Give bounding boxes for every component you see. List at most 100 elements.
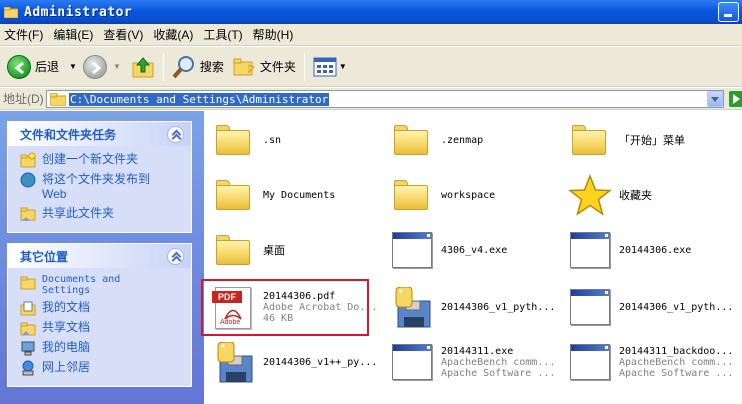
file-name: 收藏夹 xyxy=(619,190,652,202)
menu-tools[interactable]: 工具(T) xyxy=(199,26,248,43)
place-my-documents[interactable]: 我的文档 xyxy=(20,300,191,316)
file-company: Apache Software ... xyxy=(441,367,556,379)
file-company: Apache Software ... xyxy=(619,367,734,379)
address-label: 地址(D) xyxy=(3,92,44,106)
address-bar: 地址(D) C:\Documents and Settings\Administ… xyxy=(0,88,742,110)
up-folder-icon xyxy=(132,56,154,77)
place-my-documents-label: 我的文档 xyxy=(42,300,91,314)
file-tasks-panel: 文件和文件夹任务 创建一个新文件夹 将这个文件夹发布到 Web 共享此文件夹 xyxy=(7,121,192,233)
place-network[interactable]: 网上邻居 xyxy=(20,360,191,376)
share-folder-icon xyxy=(20,206,36,222)
file-item[interactable]: 20144306.exe xyxy=(566,225,691,275)
file-name: 20144306_v1_pyth... xyxy=(619,301,734,313)
folder-icon xyxy=(210,172,256,218)
minimize-button[interactable] xyxy=(718,2,739,22)
file-item[interactable]: 4306_v4.exe xyxy=(388,225,507,275)
file-name: 桌面 xyxy=(263,245,285,257)
task-new-folder-label: 创建一个新文件夹 xyxy=(42,152,139,166)
title-bar: Administrator xyxy=(0,0,742,24)
menu-help[interactable]: 帮助(H) xyxy=(249,26,300,43)
file-item[interactable]: 桌面 xyxy=(210,225,285,275)
file-list: .sn .zenmap 「开始」菜单 My Documents workspac… xyxy=(204,111,742,404)
task-publish-web[interactable]: 将这个文件夹发布到 Web xyxy=(20,172,191,202)
forward-dropdown-icon[interactable]: ▼ xyxy=(113,62,121,71)
toolbar: 后退 ▼ ▼ 搜索 文件夹 ▼ xyxy=(0,47,742,87)
task-share-folder-label: 共享此文件夹 xyxy=(42,206,115,220)
collapse-icon[interactable] xyxy=(167,126,184,143)
place-my-computer[interactable]: 我的电脑 xyxy=(20,340,191,356)
file-item[interactable]: 20144306_v1_pyth... xyxy=(566,282,733,332)
file-description: ApacheBench comm... xyxy=(441,356,556,368)
other-places-title: 其它位置 xyxy=(20,249,69,264)
exe-window-icon xyxy=(566,227,612,273)
python-file-icon xyxy=(388,284,434,330)
exe-window-icon xyxy=(388,339,434,385)
file-tasks-header[interactable]: 文件和文件夹任务 xyxy=(8,122,191,146)
menu-view[interactable]: 查看(V) xyxy=(99,26,149,43)
task-share-folder[interactable]: 共享此文件夹 xyxy=(20,206,191,222)
menu-bar: 文件(F) 编辑(E) 查看(V) 收藏(A) 工具(T) 帮助(H) xyxy=(0,24,742,46)
folders-button[interactable]: 文件夹 xyxy=(228,50,300,84)
file-item[interactable]: 20144306_v1++_py... xyxy=(210,337,377,387)
folder-icon xyxy=(3,6,19,18)
folder-icon xyxy=(210,117,256,163)
file-item[interactable]: My Documents xyxy=(210,170,335,220)
up-folder-button[interactable] xyxy=(127,50,159,84)
window-title: Administrator xyxy=(24,4,133,20)
folders-label: 文件夹 xyxy=(259,60,296,74)
my-documents-icon xyxy=(20,300,36,316)
file-item[interactable]: workspace xyxy=(388,170,495,220)
task-new-folder[interactable]: 创建一个新文件夹 xyxy=(20,152,191,168)
network-icon xyxy=(20,360,36,376)
file-name: .sn xyxy=(263,134,282,146)
search-button[interactable]: 搜索 xyxy=(168,50,228,84)
forward-button[interactable] xyxy=(82,54,107,79)
file-name: 20144311.exe xyxy=(441,345,514,357)
highlight-box xyxy=(201,279,369,336)
go-arrow-icon[interactable] xyxy=(729,91,742,107)
file-item[interactable]: .sn xyxy=(210,115,281,165)
address-input[interactable]: C:\Documents and Settings\Administrator xyxy=(46,90,724,108)
views-button[interactable]: ▼ xyxy=(309,50,351,84)
place-documents-and-settings[interactable]: Documents and Settings xyxy=(20,274,191,296)
file-item[interactable]: 20144311.exe ApacheBench comm... Apache … xyxy=(388,337,555,387)
place-my-computer-label: 我的电脑 xyxy=(42,340,91,354)
file-item[interactable]: 20144311_backdoo... ApacheBench comm... … xyxy=(566,337,733,387)
file-item[interactable]: 收藏夹 xyxy=(566,170,652,220)
file-item[interactable]: .zenmap xyxy=(388,115,483,165)
other-places-header[interactable]: 其它位置 xyxy=(8,244,191,268)
address-dropdown-icon[interactable] xyxy=(707,91,723,107)
search-label: 搜索 xyxy=(199,60,224,74)
folders-icon xyxy=(233,58,255,75)
publish-web-icon xyxy=(20,172,36,188)
file-name: workspace xyxy=(441,189,496,201)
my-computer-icon xyxy=(20,340,36,356)
folder-icon xyxy=(566,117,612,163)
views-dropdown-icon[interactable]: ▼ xyxy=(339,62,347,71)
menu-favorites[interactable]: 收藏(A) xyxy=(149,26,199,43)
file-name: 20144306.exe xyxy=(619,244,692,256)
back-button[interactable]: 后退 xyxy=(3,50,63,84)
file-name: 20144311_backdoo... xyxy=(619,345,734,357)
menu-file[interactable]: 文件(F) xyxy=(0,26,49,43)
other-places-panel: 其它位置 Documents and Settings 我的文档 共享文档 我的… xyxy=(7,243,192,387)
place-network-label: 网上邻居 xyxy=(42,360,91,374)
exe-window-icon xyxy=(566,339,612,385)
task-publish-web-label: 将这个文件夹发布到 Web xyxy=(42,172,151,201)
python-file-icon xyxy=(210,339,256,385)
folder-icon xyxy=(388,172,434,218)
file-item[interactable]: 「开始」菜单 xyxy=(566,115,685,165)
file-name: 20144306_v1++_py... xyxy=(263,356,378,368)
menu-edit[interactable]: 编辑(E) xyxy=(49,26,99,43)
place-shared-documents[interactable]: 共享文档 xyxy=(20,320,191,336)
folder-icon xyxy=(388,117,434,163)
file-name: 「开始」菜单 xyxy=(619,135,685,147)
address-path: C:\Documents and Settings\Administrator xyxy=(69,92,330,106)
file-name: 4306_v4.exe xyxy=(441,244,508,256)
file-name: My Documents xyxy=(263,189,336,201)
file-item[interactable]: 20144306_v1_pyth... xyxy=(388,282,555,332)
collapse-icon[interactable] xyxy=(167,248,184,265)
back-dropdown-icon[interactable]: ▼ xyxy=(69,62,77,71)
place-documents-and-settings-label: Documents and Settings xyxy=(42,274,121,296)
place-shared-documents-label: 共享文档 xyxy=(42,320,91,334)
